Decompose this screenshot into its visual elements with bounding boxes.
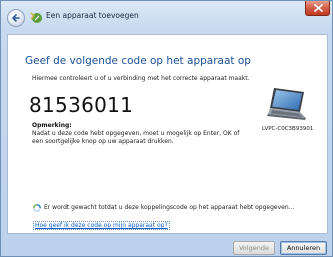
waiting-status: Er wordt gewacht totdat u deze koppeling… bbox=[44, 204, 295, 211]
note-title: Opmerking: bbox=[32, 122, 72, 129]
add-device-window: Een apparaat toevoegen Geef de volgende … bbox=[0, 0, 333, 257]
back-arrow-icon bbox=[12, 14, 20, 22]
next-button[interactable]: Volgende bbox=[233, 241, 275, 255]
busy-spinner-icon bbox=[33, 204, 41, 212]
close-button[interactable] bbox=[305, 1, 330, 16]
back-button[interactable] bbox=[7, 9, 25, 27]
help-link[interactable]: Hoe geef ik deze code op mijn apparaat o… bbox=[33, 221, 170, 230]
pairing-code: 81536011 bbox=[29, 93, 134, 117]
note-text: Nadat u deze code hebt opgegeven, moet u… bbox=[32, 130, 240, 145]
close-icon bbox=[314, 4, 323, 12]
page-heading: Geef de volgende code op het apparaat op bbox=[25, 55, 251, 67]
intro-text: Hiermee controleert u of u verbinding me… bbox=[32, 75, 250, 82]
cancel-button[interactable]: Annuleren bbox=[280, 241, 327, 255]
title-bar: Een apparaat toevoegen bbox=[1, 1, 333, 34]
device-name: LVPC-C0C3B93901 bbox=[262, 126, 314, 132]
window-title: Een apparaat toevoegen bbox=[46, 11, 139, 20]
bluetooth-device-icon bbox=[30, 12, 42, 23]
laptop-icon bbox=[267, 88, 306, 120]
